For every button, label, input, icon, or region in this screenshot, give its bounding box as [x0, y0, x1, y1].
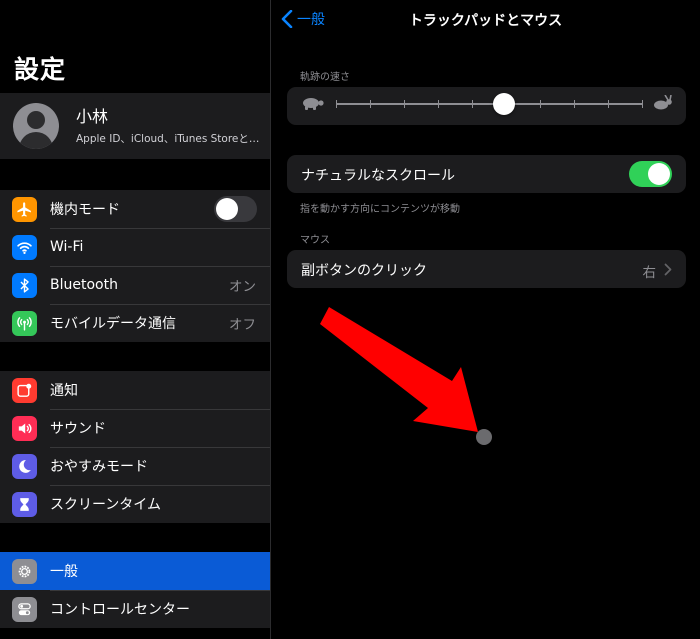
- profile-subtitle: Apple ID、iCloud、iTunes Storeと…: [76, 132, 260, 145]
- speaker-icon: [12, 415, 37, 441]
- settings-group-system: 一般 コントロールセンター: [0, 552, 270, 628]
- pointer-cursor: [476, 429, 492, 445]
- sidebar-item-label: スクリーンタイム: [50, 497, 162, 513]
- slider-tick: [403, 100, 405, 108]
- sidebar-item-label: モバイルデータ通信: [50, 316, 176, 332]
- sidebar-item-general[interactable]: 一般: [0, 552, 270, 590]
- slider-tick: [642, 100, 643, 108]
- hourglass-icon: [12, 491, 37, 517]
- slider-tick: [574, 100, 575, 108]
- page-title: トラックパッドとマウス: [408, 13, 563, 29]
- sidebar-item-notifications[interactable]: 通知: [0, 371, 270, 409]
- sidebar-item-airplane-mode[interactable]: 機内モード: [0, 190, 270, 228]
- moon-icon: [12, 453, 37, 479]
- switches-icon: [12, 596, 37, 622]
- slider-tick: [471, 100, 473, 108]
- sidebar: 設定 小林 Apple ID、iCloud、iTunes Storeと… 機内モ…: [0, 0, 270, 639]
- mouse-section-label: マウス: [300, 235, 330, 246]
- slider-tick: [540, 100, 541, 108]
- notification-icon: [12, 377, 37, 403]
- airplane-mode-toggle[interactable]: [214, 196, 257, 222]
- sidebar-item-screen-time[interactable]: スクリーンタイム: [0, 485, 270, 523]
- natural-scroll-label: ナチュラルなスクロール: [301, 168, 455, 184]
- settings-group-connectivity: 機内モード Wi-Fi Bluetooth オン モバイルデータ通信 オフ: [0, 190, 270, 342]
- slider-tick: [336, 100, 337, 108]
- slider-tick: [607, 100, 609, 108]
- sidebar-item-mobile-data[interactable]: モバイルデータ通信 オフ: [0, 304, 270, 342]
- sidebar-item-label: おやすみモード: [50, 459, 148, 475]
- natural-scroll-toggle[interactable]: [629, 161, 672, 187]
- sidebar-item-label: Wi-Fi: [50, 239, 84, 255]
- bluetooth-status: オン: [229, 279, 256, 295]
- natural-scroll-footnote: 指を動かす方向にコンテンツが移動: [300, 204, 460, 215]
- profile-row[interactable]: 小林 Apple ID、iCloud、iTunes Storeと…: [0, 93, 270, 159]
- tracking-speed-card: [287, 87, 686, 125]
- gear-icon: [12, 558, 37, 584]
- secondary-click-value: 右: [642, 265, 657, 281]
- slider-tick: [369, 100, 371, 108]
- natural-scroll-card[interactable]: ナチュラルなスクロール: [287, 155, 686, 193]
- avatar: [13, 103, 59, 149]
- sidebar-item-label: 通知: [50, 383, 78, 399]
- slider-tick: [438, 100, 439, 108]
- sidebar-item-control-center[interactable]: コントロールセンター: [0, 590, 270, 628]
- sidebar-title: 設定: [14, 55, 67, 84]
- chevron-right-icon: [664, 263, 672, 276]
- mobile-data-status: オフ: [229, 317, 256, 333]
- airplane-icon: [12, 196, 37, 222]
- tracking-speed-slider[interactable]: [336, 93, 643, 115]
- settings-group-notifications: 通知 サウンド おやすみモード スクリーンタイム: [0, 371, 270, 523]
- wifi-icon: [12, 234, 37, 260]
- tracking-speed-label: 軌跡の速さ: [300, 72, 350, 83]
- sidebar-item-label: サウンド: [50, 421, 106, 437]
- sidebar-item-wifi[interactable]: Wi-Fi: [0, 228, 270, 266]
- sidebar-item-label: Bluetooth: [50, 277, 118, 293]
- detail-pane: 一般 トラックパッドとマウス 軌跡の速さ ナチュラルなスクロール 指を動かす方向…: [271, 0, 700, 639]
- bluetooth-icon: [12, 272, 37, 298]
- rabbit-icon: [654, 95, 672, 110]
- sidebar-item-label: 一般: [50, 564, 78, 580]
- secondary-click-row[interactable]: 副ボタンのクリック 右: [287, 250, 686, 288]
- sidebar-item-sounds[interactable]: サウンド: [0, 409, 270, 447]
- slider-thumb[interactable]: [493, 93, 516, 115]
- antenna-icon: [12, 310, 37, 336]
- profile-name: 小林: [76, 106, 109, 126]
- sidebar-item-bluetooth[interactable]: Bluetooth オン: [0, 266, 270, 304]
- sidebar-item-label: 機内モード: [50, 202, 120, 218]
- secondary-click-label: 副ボタンのクリック: [301, 263, 427, 279]
- sidebar-item-label: コントロールセンター: [50, 602, 190, 618]
- sidebar-item-do-not-disturb[interactable]: おやすみモード: [0, 447, 270, 485]
- turtle-icon: [303, 98, 324, 110]
